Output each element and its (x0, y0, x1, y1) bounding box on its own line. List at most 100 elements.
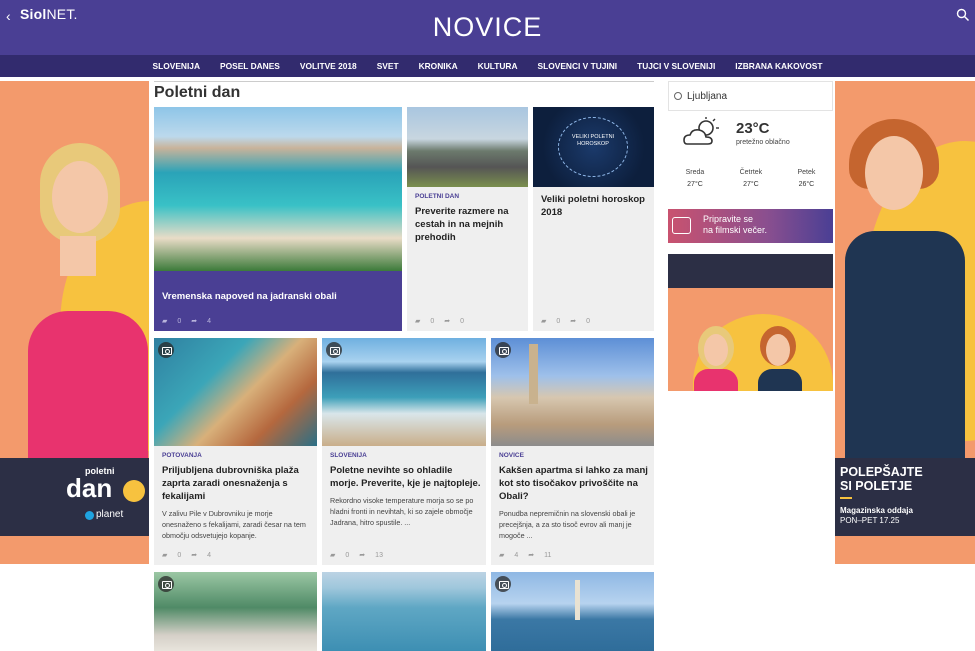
article-card[interactable]: POLETNI DAN Preverite razmere na cestah … (407, 107, 528, 331)
article-category[interactable]: POLETNI DAN (415, 193, 459, 200)
nav-item-posel-danes[interactable]: POSEL DANES (210, 61, 290, 71)
ad-dark-band (668, 254, 833, 288)
camera-icon (495, 576, 511, 592)
nav-item-volitve[interactable]: VOLITVE 2018 (290, 61, 367, 71)
article-card[interactable]: POTOVANJA Priljubljena dubrovniška plaža… (154, 338, 317, 565)
camera-icon (158, 576, 174, 592)
weather-widget: Ljubljana 23°C pretežno oblačno Sreda 27°… (668, 81, 833, 201)
ad-promo-line3: Magazinska oddaja (840, 506, 913, 515)
ad-person-dress (28, 311, 148, 471)
lighthouse (575, 580, 580, 620)
search-icon[interactable] (956, 8, 970, 22)
right-ad-banner[interactable]: POLEPŠAJTE SI POLETJE Magazinska oddaja … (835, 81, 975, 564)
image-text: VELIKI POLETNI HOROSKOP (571, 134, 615, 147)
comment-count: 4 (514, 551, 519, 559)
nav-item-izbrana-kakovost[interactable]: IZBRANA KAKOVOST (725, 61, 832, 71)
section-title[interactable]: Poletni dan (154, 84, 240, 102)
comment-icon: ▰ (541, 318, 547, 325)
page-title: NOVICE (432, 12, 543, 42)
article-card[interactable] (154, 572, 317, 651)
article-headline[interactable]: Veliki poletni horoskop 2018 (541, 193, 649, 219)
planet-logo-icon (85, 511, 94, 520)
main-nav: SLOVENIJA POSEL DANES VOLITVE 2018 SVET … (0, 55, 975, 77)
bell-tower (529, 344, 538, 404)
article-card[interactable] (491, 572, 654, 651)
comment-count: 0 (345, 551, 350, 559)
nav-item-slovenija[interactable]: SLOVENIJA (143, 61, 210, 71)
article-card[interactable] (322, 572, 486, 651)
left-ad-banner[interactable]: poletni dan planet (0, 81, 149, 564)
article-headline[interactable]: Vremenska napoved na jadranski obali (162, 290, 394, 303)
ad-promo-line4: PON–PET 17.25 (840, 516, 900, 525)
section-divider (154, 81, 654, 82)
article-headline[interactable]: Poletne nevihte so ohladile morje. Preve… (330, 464, 482, 490)
article-stats: ▰ 4 ➦ 11 (499, 551, 552, 560)
ad-promo-line1: POLEPŠAJTE (840, 465, 923, 479)
nav-item-kronika[interactable]: KRONIKA (409, 61, 468, 71)
forecast-days: Sreda 27°C Četrtek 27°C Petek 26°C (668, 169, 833, 188)
forecast-day: Sreda 27°C (686, 169, 705, 188)
comment-count: 0 (430, 317, 435, 325)
comment-icon: ▰ (415, 318, 421, 325)
comment-icon: ▰ (162, 552, 168, 559)
forecast-day-temp: 26°C (798, 181, 815, 188)
forecast-day: Petek 26°C (797, 169, 815, 188)
article-card[interactable]: NOVICE Kakšen apartma si lahko za manj k… (491, 338, 654, 565)
comment-count: 0 (556, 317, 561, 325)
share-icon: ➦ (528, 552, 535, 559)
forecast-day-name: Petek (797, 169, 816, 176)
share-count: 4 (207, 551, 212, 559)
article-description: Rekordno visoke temperature morja so se … (330, 496, 474, 527)
nav-item-svet[interactable]: SVET (367, 61, 409, 71)
article-card[interactable]: SLOVENIJA Poletne nevihte so ohladile mo… (322, 338, 486, 565)
article-category[interactable]: SLOVENIJA (330, 452, 367, 459)
share-icon: ➦ (444, 318, 451, 325)
city-name: Ljubljana (687, 91, 728, 102)
forecast-day-temp: 27°C (743, 181, 759, 188)
comment-icon: ▰ (330, 552, 336, 559)
ad-promo-band: POLEPŠAJTE SI POLETJE Magazinska oddaja … (835, 458, 975, 536)
ad-person-face (704, 334, 728, 366)
share-count: 11 (544, 551, 552, 559)
article-stats: ▰ 0 ➦ 0 (415, 317, 465, 326)
ad-brand-band: poletni dan planet (0, 458, 149, 536)
film-night-promo[interactable]: Pripravite se na filmski večer. (668, 209, 833, 243)
share-icon: ➦ (570, 318, 577, 325)
comment-icon: ▰ (499, 552, 505, 559)
comment-count: 0 (177, 317, 182, 325)
ad-sun-icon (123, 480, 145, 502)
article-headline[interactable]: Preverite razmere na cestah in na mejnih… (415, 205, 523, 244)
camera-icon (326, 342, 342, 358)
article-image (154, 107, 402, 271)
main-article-card[interactable]: Vremenska napoved na jadranski obali ▰ 0 … (154, 107, 402, 331)
forecast-day-name: Četrtek (739, 169, 763, 176)
article-image: VELIKI POLETNI HOROSKOP (533, 107, 654, 187)
ad-person-dress (758, 369, 802, 391)
article-category[interactable]: NOVICE (499, 452, 524, 459)
article-headline[interactable]: Priljubljena dubrovniška plaža zaprta za… (162, 464, 312, 503)
article-headline[interactable]: Kakšen apartma si lahko za manj kot sto … (499, 464, 651, 503)
share-icon: ➦ (359, 552, 366, 559)
ad-promo-line2: SI POLETJE (840, 479, 913, 493)
share-count: 0 (460, 317, 465, 325)
camera-icon (495, 342, 511, 358)
nav-item-tujci-v-sloveniji[interactable]: TUJCI V SLOVENIJI (627, 61, 725, 71)
search-icon (674, 92, 682, 100)
nav-item-slovenci-v-tujini[interactable]: SLOVENCI V TUJINI (528, 61, 628, 71)
camera-icon (158, 342, 174, 358)
article-card[interactable]: VELIKI POLETNI HOROSKOP Veliki poletni h… (533, 107, 654, 331)
article-image (407, 107, 528, 187)
promo-line2: na filmski večer. (703, 225, 768, 235)
nav-item-kultura[interactable]: KULTURA (468, 61, 528, 71)
ad-divider (840, 497, 852, 499)
article-stats: ▰ 0 ➦ 4 (162, 551, 212, 560)
top-header: ‹ SiolNET. NOVICE (0, 0, 975, 55)
article-category[interactable]: POTOVANJA (162, 452, 202, 459)
forecast-day-temp: 27°C (687, 181, 703, 188)
comment-count: 0 (177, 551, 182, 559)
tv-icon (672, 217, 691, 234)
city-search-input[interactable]: Ljubljana (668, 81, 833, 111)
article-stats: ▰ 0 ➦ 13 (330, 551, 383, 560)
sidebar-ad-banner[interactable] (668, 254, 833, 391)
ad-person-face (865, 136, 923, 210)
